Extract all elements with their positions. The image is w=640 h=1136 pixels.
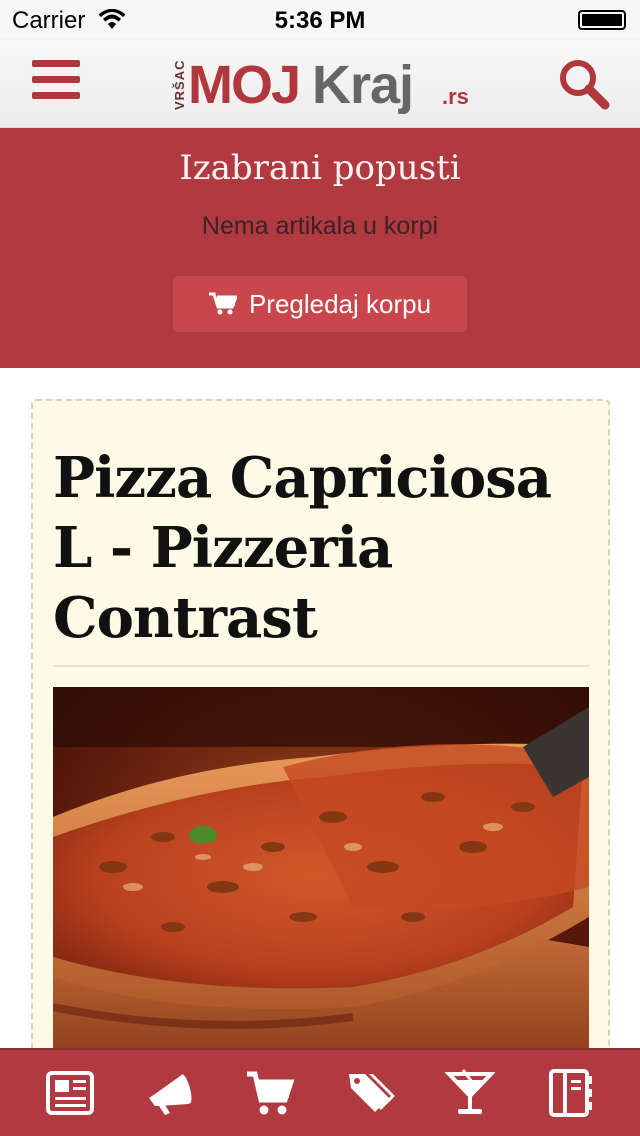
view-cart-label: Pregledaj korpu — [248, 288, 432, 319]
shopping-cart-icon — [247, 1071, 295, 1115]
logo-moj: MOJ — [188, 55, 301, 115]
bottom-nav — [0, 1048, 640, 1136]
view-cart-button[interactable]: Pregledaj korpu — [173, 276, 467, 332]
hamburger-icon-bar — [32, 76, 80, 83]
hamburger-icon-bar — [32, 60, 80, 67]
nav-directory[interactable] — [542, 1065, 598, 1121]
newspaper-icon — [46, 1071, 94, 1115]
status-bar: Carrier 5:36 PM — [0, 0, 640, 40]
nav-shop[interactable] — [242, 1065, 298, 1121]
hamburger-icon-bar — [32, 92, 80, 99]
pizza-illustration — [53, 687, 589, 1107]
divider — [53, 665, 589, 667]
search-icon[interactable] — [556, 56, 612, 112]
cart-icon — [208, 292, 237, 315]
logo-tld: .rs — [442, 84, 469, 109]
nav-announcements[interactable] — [142, 1065, 198, 1121]
tags-icon — [349, 1074, 395, 1112]
cart-empty-message: Nema artikala u korpi — [201, 212, 439, 240]
logo-kraj: Kraj — [312, 55, 414, 115]
cart-banner: Izabrani popusti Nema artikala u korpi P… — [0, 128, 640, 368]
nav-news[interactable] — [42, 1065, 98, 1121]
megaphone-icon — [149, 1074, 192, 1115]
deal-image[interactable] — [53, 687, 589, 1107]
deal-card: Pizza Capriciosa L - Pizzeria Contrast — [31, 399, 610, 1119]
site-logo[interactable]: VRŠAC MOJ Kraj .rs — [172, 50, 472, 122]
app-header: VRŠAC MOJ Kraj .rs — [0, 40, 640, 128]
logo-city: VRŠAC — [172, 59, 187, 110]
deal-title: Pizza Capriciosa L - Pizzeria Contrast — [53, 445, 552, 651]
battery-icon — [578, 10, 626, 30]
nav-discounts[interactable] — [342, 1065, 398, 1121]
menu-button[interactable] — [32, 60, 80, 104]
notebook-icon — [549, 1069, 592, 1117]
nav-nightlife[interactable] — [442, 1065, 498, 1121]
status-time: 5:36 PM — [274, 7, 366, 34]
cocktail-icon — [445, 1069, 495, 1114]
banner-title: Izabrani popusti — [179, 148, 461, 188]
